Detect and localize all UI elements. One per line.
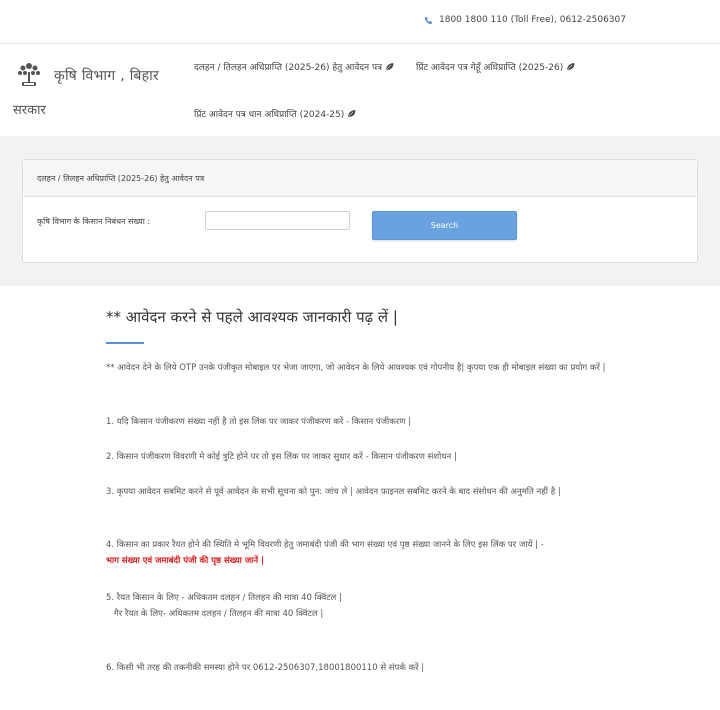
info-point-4: 4. किसान का प्रकार रैयत होने की स्थिति म…: [106, 537, 616, 569]
info-point-6: 6. किसी भी तरह की तकनीकी समस्या होने पर …: [106, 663, 425, 673]
site-header: कृषि विभाग , बिहार सरकार दलहन / तिलहन अध…: [0, 44, 720, 136]
search-button[interactable]: Search: [372, 211, 517, 240]
heading-underline: [106, 342, 144, 344]
info-heading: ** आवेदन करने से पहले आवश्यक जानकारी पढ़…: [106, 308, 398, 326]
bihar-govt-logo[interactable]: [13, 58, 45, 90]
nav-pulses-oilseed-application[interactable]: दलहन / तिलहन अधिप्राप्ति (2025-26) हेतु …: [194, 60, 394, 73]
info-intro: ** आवेदन देने के लिये OTP उनके पंजीकृत म…: [106, 363, 606, 373]
registration-number-input[interactable]: [205, 211, 350, 230]
brand-subtitle: सरकार: [13, 103, 46, 118]
nav-print-paddy-application[interactable]: प्रिंट आवेदन पत्र धान अधिप्राप्ति (2024-…: [194, 107, 356, 120]
nav-print-wheat-application[interactable]: प्रिंट आवेदन पत्र गेहूँ अधिप्राप्ति (202…: [416, 60, 575, 73]
leaf-icon: [567, 63, 575, 70]
info-point-5: 5. रैयत किसान के लिए - अधिकतम दलहन / तिल…: [106, 590, 616, 622]
top-contact-bar: 1800 1800 110 (Toll Free), 0612-2506307: [0, 0, 720, 44]
helpline-text: 1800 1800 110 (Toll Free), 0612-2506307: [439, 15, 626, 25]
nav-label: प्रिंट आवेदन पत्र धान अधिप्राप्ति (2024-…: [194, 110, 345, 120]
leaf-icon: [348, 110, 356, 117]
info-point-4-text: 4. किसान का प्रकार रैयत होने की स्थिति म…: [106, 540, 544, 550]
info-point-2: 2. किसान पंजीकरण विवरणी मे कोई त्रुटि हो…: [106, 452, 457, 462]
jamabandi-page-number-link[interactable]: भाग संख्या एवं जमाबंदी पंजी की पृष्ठ संख…: [106, 556, 264, 566]
helpline-contact: 1800 1800 110 (Toll Free), 0612-2506307: [424, 15, 626, 25]
nav-label: प्रिंट आवेदन पत्र गेहूँ अधिप्राप्ति (202…: [416, 63, 564, 73]
nav-label: दलहन / तिलहन अधिप्राप्ति (2025-26) हेतु …: [194, 63, 383, 73]
info-point-5-raiyat: 5. रैयत किसान के लिए - अधिकतम दलहन / तिल…: [106, 593, 342, 603]
leaf-icon: [386, 63, 394, 70]
info-point-1: 1. यदि किसान पंजीकरण संख्या नहीं है तो इ…: [106, 417, 411, 427]
phone-icon: [424, 16, 433, 24]
search-panel: दलहन / तिलहन अधिप्राप्ति (2025-26) हेतु …: [22, 159, 698, 263]
brand-title: कृषि विभाग , बिहार: [54, 68, 160, 84]
panel-title: दलहन / तिलहन अधिप्राप्ति (2025-26) हेतु …: [23, 160, 697, 197]
registration-number-label: कृषि विभाग के किसान निबंधन संख्या :: [37, 217, 151, 226]
info-point-5-non-raiyat: गैर रैयत के लिए- अधिकतम दलहन / तिलहन की …: [114, 609, 324, 619]
info-point-3: 3. कृपया आवेदन सबमिट करने से पूर्व आवेदन…: [106, 487, 561, 497]
